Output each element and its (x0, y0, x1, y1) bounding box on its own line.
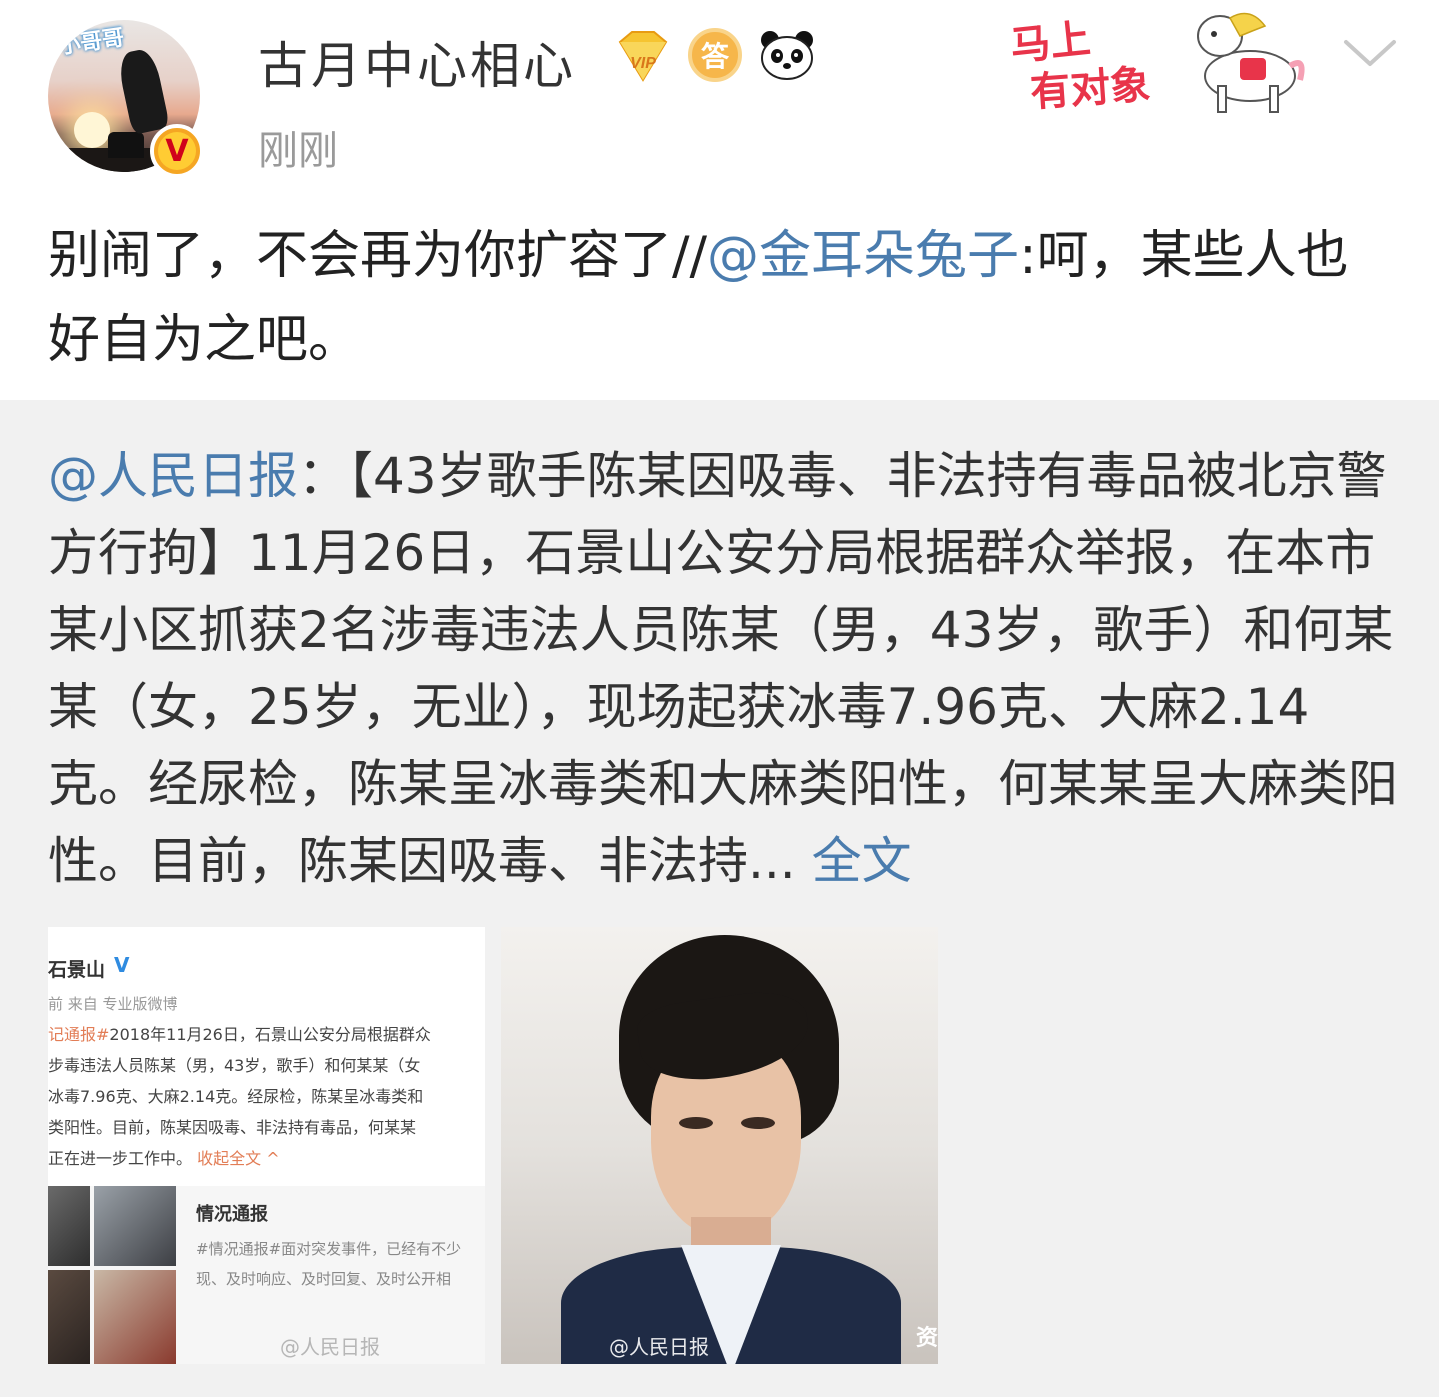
thumb-line-2: 步毒违法人员陈某（男，43岁，歌手）和何某某（女 (48, 1056, 421, 1075)
thumb-account-name: 石景山 (48, 959, 106, 981)
thumb-link-card: 情况通报 #情况通报#面对突发事件，已经有不少 现、及时响应、及时回复、及时公开… (48, 1186, 485, 1364)
thumb-source: 前 来自 专业版微博 (48, 995, 178, 1013)
post-header: 小哥哥 V 古月中心相心 VIP 答 刚刚 马上 有对象 (0, 0, 1439, 200)
thumb-photo-4 (94, 1270, 176, 1364)
thumb-line-1: 记通报#2018年11月26日，石景山公安分局根据群众 (48, 1019, 485, 1050)
thumb-card-desc: #情况通报#面对突发事件，已经有不少 现、及时响应、及时回复、及时公开相 (196, 1234, 485, 1294)
image-thumbnail-2[interactable]: @人民日报 资 (501, 927, 938, 1364)
thumb-collapse-link: 收起全文 ^ (197, 1149, 280, 1168)
post-text-before: 别闹了，不会再为你扩容了// (48, 226, 708, 286)
repost-body: ：【43岁歌手陈某因吸毒、非法持有毒品被北京警方行拘】11月26日，石景山公安分… (48, 447, 1398, 890)
thumb-line-4: 类阳性。目前，陈某因吸毒、非法持有毒品，何某某 (48, 1118, 417, 1137)
sticker-text-2: 有对象 (1028, 61, 1152, 117)
thumb2-corner-text: 资 (915, 1326, 938, 1351)
username[interactable]: 古月中心相心 (258, 26, 576, 98)
thumb-line-3: 冰毒7.96克、大麻2.14克。经尿检，陈某呈冰毒类和 (48, 1087, 424, 1106)
thumb-line-1-text: 2018年11月26日，石景山公安分局根据群众 (109, 1025, 431, 1044)
verified-badge-icon: V (150, 124, 204, 178)
chevron-down-icon[interactable] (1340, 32, 1400, 72)
post-text: 别闹了，不会再为你扩容了//@金耳朵兔子:呵，某些人也好自为之吧。 (48, 214, 1398, 382)
repost-mention-link[interactable]: @人民日报 (48, 447, 298, 505)
avatar-people (108, 132, 144, 158)
fulltext-link[interactable]: 全文 (812, 832, 912, 890)
thumb-photo-3 (48, 1270, 90, 1364)
repost-text: @人民日报：【43岁歌手陈某因吸毒、非法持有毒品被北京警方行拘】11月26日，石… (48, 438, 1398, 900)
thumb-line-5-text: 正在进一步工作中。 (48, 1149, 193, 1168)
post-timestamp: 刚刚 (258, 128, 338, 174)
vip-diamond-icon[interactable]: VIP (612, 28, 674, 84)
avatar-jumper (115, 46, 171, 136)
horse-icon (1197, 12, 1305, 113)
portrait-eye-left (679, 1117, 713, 1129)
avatar-tag: 小哥哥 (56, 25, 126, 60)
avatar-sun (74, 112, 110, 148)
thumb-verified-icon: V (114, 953, 130, 977)
thumb1-watermark: @人民日报 (280, 1335, 380, 1359)
image-thumbnail-1[interactable]: 石景山 V 前 来自 专业版微博 记通报#2018年11月26日，石景山公安分局… (48, 927, 485, 1364)
answer-badge-icon[interactable]: 答 (688, 28, 742, 82)
thumb2-watermark: @人民日报 (609, 1335, 709, 1359)
thumb-photo-2 (94, 1186, 176, 1266)
vip-label: VIP (630, 55, 656, 72)
portrait-eye-right (741, 1117, 775, 1129)
mention-link[interactable]: @金耳朵兔子 (707, 226, 1019, 286)
repost-card[interactable]: @人民日报：【43岁歌手陈某因吸毒、非法持有毒品被北京警方行拘】11月26日，石… (0, 400, 1439, 1397)
panda-icon[interactable] (758, 28, 816, 82)
thumb-body: 记通报#2018年11月26日，石景山公安分局根据群众 步毒违法人员陈某（男，4… (48, 1019, 485, 1174)
thumb-photo-1 (48, 1186, 90, 1266)
card-sticker[interactable]: 马上 有对象 (1000, 6, 1310, 116)
thumb-hashtag: 记通报# (48, 1025, 110, 1044)
thumb-card-desc-2: 现、及时响应、及时回复、及时公开相 (196, 1270, 452, 1288)
thumb-line-5: 正在进一步工作中。 收起全文 ^ (48, 1143, 485, 1174)
thumb-card-desc-1: #情况通报#面对突发事件，已经有不少 (196, 1240, 462, 1258)
thumb-card-title: 情况通报 (196, 1204, 268, 1225)
